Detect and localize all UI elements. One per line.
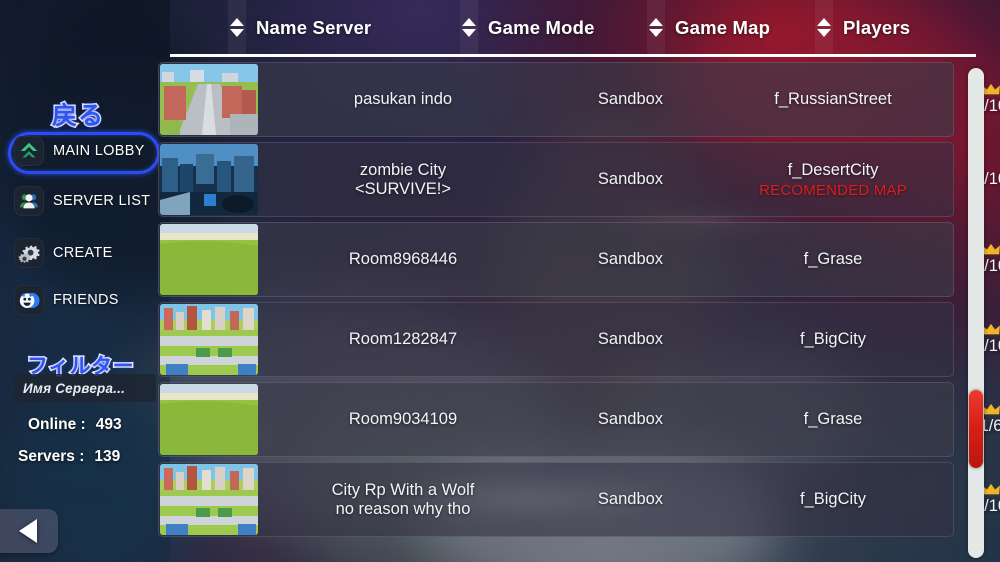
game-map-value: f_Grase [803, 410, 863, 428]
table-row[interactable]: Room1282847Sandboxf_BigCity2/10 [158, 302, 1000, 377]
game-mode-value: Sandbox [597, 90, 664, 108]
column-header-players[interactable]: Players [815, 0, 910, 55]
gears-icon [14, 238, 44, 268]
recommended-map-note: RECOMENDED MAP [759, 181, 907, 199]
sidebar-item-label: MAIN LOBBY [53, 142, 145, 159]
game-mode-cell: Sandbox [558, 142, 703, 217]
game-mode-value: Sandbox [597, 490, 664, 508]
table-row[interactable]: zombie City <SURVIVE!> Sandbox f_DesertCity… [158, 142, 1000, 217]
servers-stat: Servers : 139 [14, 448, 160, 466]
server-name-cell: Room8968446 [268, 222, 538, 297]
people-group-icon [14, 186, 44, 216]
server-name-filter-input[interactable]: Имя Сервера... [14, 374, 156, 402]
sort-updown-icon[interactable] [460, 0, 478, 55]
game-map-value: f_Grase [803, 250, 863, 268]
server-name-line1: Room9034109 [348, 410, 458, 428]
game-mode-value: Sandbox [597, 330, 664, 348]
server-name-line1: City Rp With a Wolf [331, 480, 475, 499]
server-list-scrollbar[interactable] [968, 68, 984, 558]
column-header-label: Name Server [256, 16, 372, 38]
game-mode-cell: Sandbox [558, 302, 703, 377]
game-map-cell: f_BigCity [718, 302, 948, 377]
game-mode-value: Sandbox [597, 170, 664, 188]
sort-updown-icon[interactable] [228, 0, 246, 55]
sidebar-item-create[interactable]: CREATE [14, 238, 160, 268]
game-map-cell: f_BigCity [718, 462, 948, 537]
game-map-value: f_RussianStreet [774, 90, 892, 108]
sidebar: 戻る MAIN LOBBY SERVER LIST CREATE FRIENDS… [0, 0, 170, 562]
server-list: pasukan indoSandboxf_RussianStreet2/10zo… [158, 62, 1000, 562]
game-mode-value: Sandbox [597, 250, 664, 268]
table-row[interactable]: City Rp With a Wolf no reason why tho Sand… [158, 462, 1000, 537]
column-header-name-server[interactable]: Name Server [228, 0, 371, 55]
server-thumbnail [160, 464, 258, 535]
double-chevron-up-icon [14, 136, 44, 166]
server-thumbnail [160, 224, 258, 295]
server-thumbnail [160, 384, 258, 455]
table-row[interactable]: pasukan indoSandboxf_RussianStreet2/10 [158, 62, 1000, 137]
game-map-value: f_BigCity [799, 330, 867, 348]
sidebar-item-label: CREATE [53, 244, 113, 261]
game-map-value: f_BigCity [799, 490, 867, 508]
game-mode-value: Sandbox [597, 410, 664, 428]
game-map-cell: f_DesertCity RECOMENDED MAP [718, 142, 948, 217]
game-map-cell: f_RussianStreet [718, 62, 948, 137]
online-stat-label: Online : [28, 416, 86, 433]
header-divider [170, 54, 976, 57]
sidebar-item-friends[interactable]: FRIENDS [14, 285, 160, 315]
online-stat-value: 493 [95, 416, 122, 433]
server-name-cell: zombie City <SURVIVE!> [268, 142, 538, 217]
server-name-cell: pasukan indo [268, 62, 538, 137]
game-mode-cell: Sandbox [558, 222, 703, 297]
server-name-line2: <SURVIVE!> [355, 179, 451, 198]
sidebar-item-label: SERVER LIST [53, 192, 151, 209]
triangle-left-icon [19, 519, 37, 543]
server-thumbnail [160, 304, 258, 375]
servers-stat-value: 139 [94, 448, 121, 465]
sidebar-item-label: FRIENDS [53, 291, 119, 308]
server-name-line1: zombie City [359, 160, 447, 179]
friends-face-icon [14, 285, 44, 315]
server-name-line1: pasukan indo [353, 90, 453, 108]
scrollbar-thumb[interactable] [969, 390, 983, 468]
server-thumbnail [160, 144, 258, 215]
server-name-cell: Room1282847 [268, 302, 538, 377]
column-header-game-map[interactable]: Game Map [647, 0, 770, 55]
column-header-label: Game Mode [488, 16, 595, 38]
server-name-line1: Room8968446 [348, 250, 458, 268]
table-header: Name Server Game Mode Game Map Players [170, 0, 1000, 55]
server-name-line2: no reason why tho [335, 499, 471, 518]
server-name-cell: City Rp With a Wolf no reason why tho [268, 462, 538, 537]
servers-stat-label: Servers : [18, 448, 85, 465]
column-header-game-mode[interactable]: Game Mode [460, 0, 595, 55]
game-map-value: f_DesertCity [787, 160, 879, 179]
table-row[interactable]: Room9034109 Sandbox f_Grase 1/6 [158, 382, 1000, 457]
sort-updown-icon[interactable] [815, 0, 833, 55]
sidebar-item-server-list[interactable]: SERVER LIST [14, 186, 160, 216]
server-name-line1: Room1282847 [348, 330, 458, 348]
server-browser-screen: 戻る MAIN LOBBY SERVER LIST CREATE FRIENDS… [0, 0, 1000, 562]
game-mode-cell: Sandbox [558, 382, 703, 457]
table-row[interactable]: Room8968446Sandboxf_Grase1/10 [158, 222, 1000, 297]
filter-placeholder-text: Имя Сервера... [23, 380, 126, 396]
game-mode-cell: Sandbox [558, 62, 703, 137]
server-name-cell: Room9034109 [268, 382, 538, 457]
game-mode-cell: Sandbox [558, 462, 703, 537]
game-map-cell: f_Grase [718, 222, 948, 297]
online-stat: Online : 493 [14, 416, 160, 434]
back-button[interactable] [0, 509, 58, 553]
sidebar-item-main-lobby[interactable]: MAIN LOBBY [14, 136, 160, 166]
server-thumbnail [160, 64, 258, 135]
game-map-cell: f_Grase [718, 382, 948, 457]
back-label-kanji: 戻る [50, 101, 105, 132]
column-header-label: Game Map [675, 16, 771, 38]
column-header-label: Players [843, 16, 911, 38]
sort-updown-icon[interactable] [647, 0, 665, 55]
